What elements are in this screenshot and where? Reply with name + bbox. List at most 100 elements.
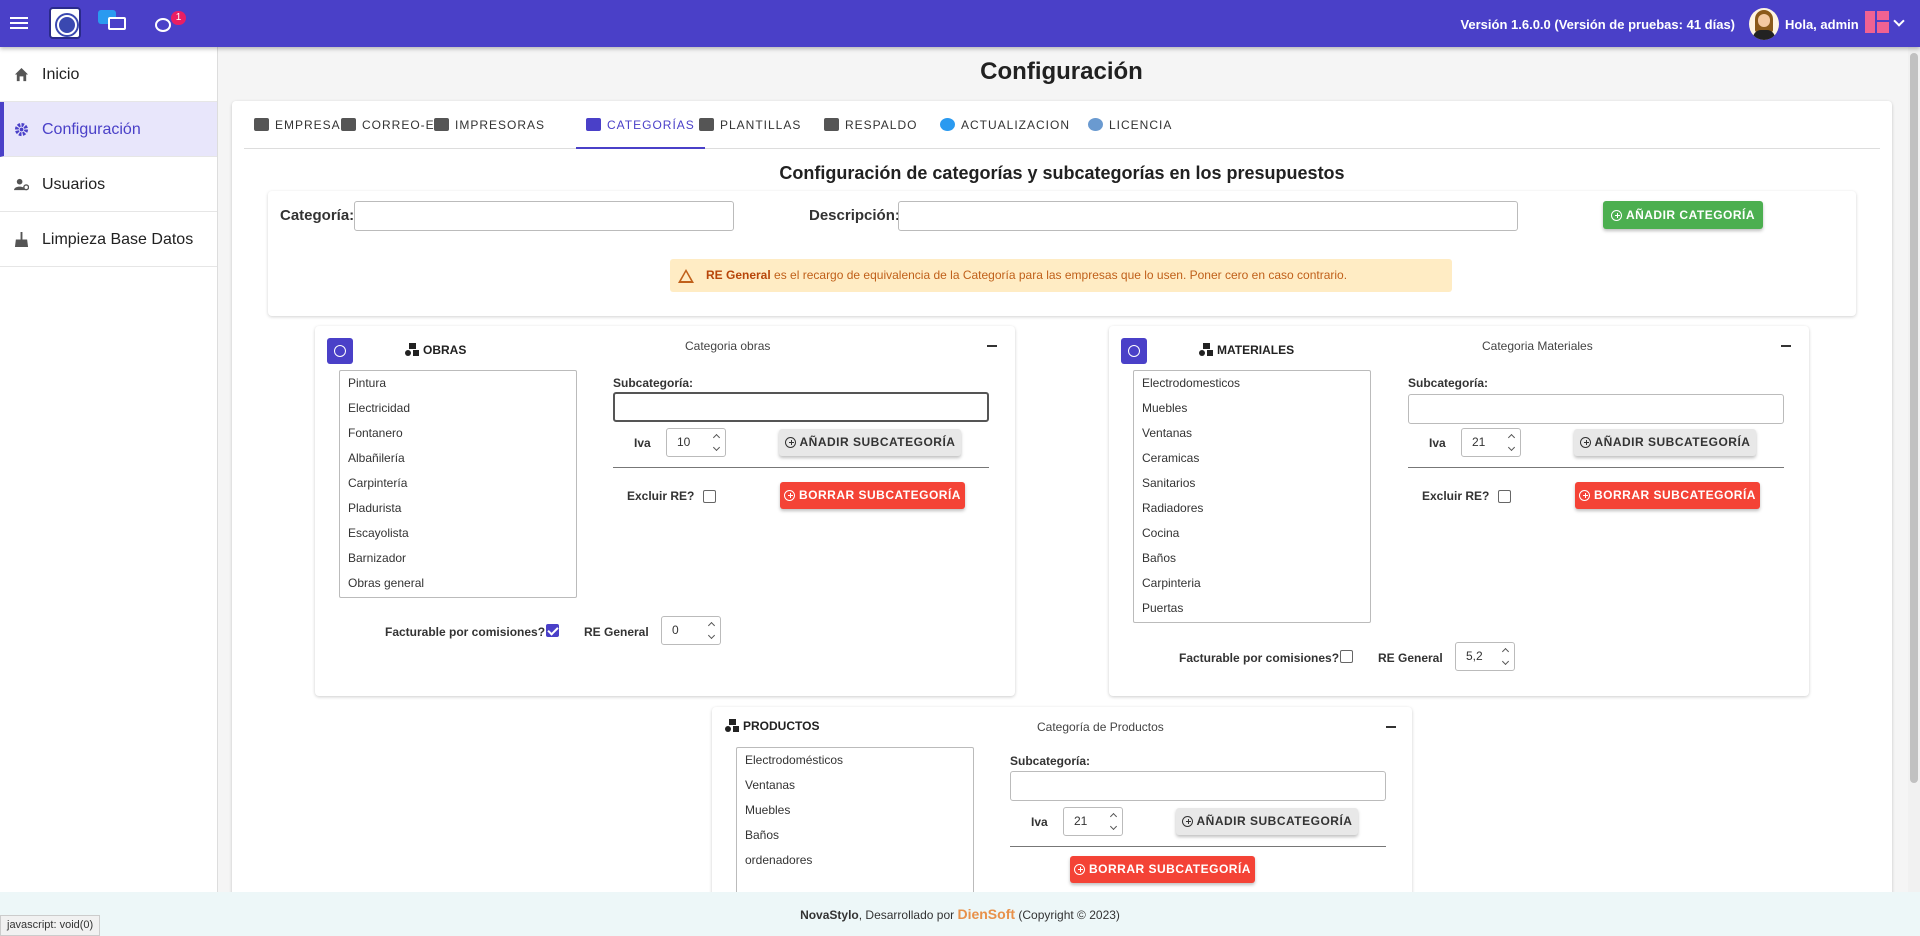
- exclude-re-checkbox[interactable]: [1498, 490, 1511, 503]
- tab-plantillas[interactable]: PLANTILLAS: [699, 101, 801, 149]
- iva-stepper[interactable]: 10: [666, 428, 726, 457]
- list-item[interactable]: Barnizador: [340, 546, 576, 571]
- list-item[interactable]: Baños: [1134, 546, 1370, 571]
- list-item[interactable]: Obras general: [340, 571, 576, 596]
- list-item[interactable]: Puertas: [1134, 596, 1370, 621]
- plus-circle-icon: [784, 490, 796, 501]
- tab-actualizacion[interactable]: ACTUALIZACION: [940, 101, 1070, 149]
- tab-correo[interactable]: CORREO-E: [341, 101, 435, 149]
- subcategory-input[interactable]: [613, 392, 989, 422]
- divider: [1010, 846, 1386, 847]
- footer-brand[interactable]: DienSoft: [957, 906, 1015, 922]
- category-box-materiales: MATERIALES Categoria Materiales Electrod…: [1109, 326, 1809, 696]
- tab-label: CORREO-E: [362, 118, 435, 132]
- sidebar-item-inicio[interactable]: Inicio: [0, 47, 217, 102]
- list-item[interactable]: Albañilería: [340, 446, 576, 471]
- version-text: Versión 1.6.0.0 (Versión de pruebas: 41 …: [1460, 17, 1735, 32]
- category-input[interactable]: [354, 201, 734, 231]
- dashboard-icon[interactable]: [1865, 11, 1889, 33]
- user-greeting[interactable]: Hola, admin: [1785, 17, 1859, 32]
- footer-text: , Desarrollado por: [858, 908, 958, 922]
- envelope-icon: [341, 118, 356, 131]
- delete-subcategory-button[interactable]: BORRAR SUBCATEGORÍA: [780, 482, 965, 509]
- tab-label: LICENCIA: [1109, 118, 1173, 132]
- plus-circle-icon: [784, 437, 796, 448]
- tab-respaldo[interactable]: RESPALDO: [824, 101, 917, 149]
- tab-categorias[interactable]: CATEGORÍAS: [576, 101, 705, 149]
- exclude-re-checkbox[interactable]: [703, 490, 716, 503]
- list-item[interactable]: Carpinteria: [1134, 571, 1370, 596]
- subcategory-list[interactable]: Electrodomesticos Muebles Ventanas Ceram…: [1133, 370, 1371, 623]
- close-icon[interactable]: [327, 338, 353, 364]
- tab-licencia[interactable]: LICENCIA: [1088, 101, 1172, 149]
- category-name: MATERIALES: [1199, 343, 1294, 357]
- tab-label: PLANTILLAS: [720, 118, 802, 132]
- billable-checkbox[interactable]: [546, 624, 559, 637]
- billable-checkbox[interactable]: [1340, 650, 1353, 663]
- iva-stepper[interactable]: 21: [1461, 428, 1521, 457]
- sidebar-item-usuarios[interactable]: Usuarios: [0, 157, 217, 212]
- chat-icon[interactable]: [155, 18, 171, 32]
- list-item[interactable]: Pintura: [340, 371, 576, 396]
- list-item[interactable]: Cocina: [1134, 521, 1370, 546]
- tab-label: ACTUALIZACION: [961, 118, 1071, 132]
- list-item[interactable]: Pladurista: [340, 496, 576, 521]
- sidebar-item-limpieza[interactable]: Limpieza Base Datos: [0, 212, 217, 267]
- delete-subcategory-button[interactable]: BORRAR SUBCATEGORÍA: [1575, 482, 1760, 509]
- sidebar-item-configuracion[interactable]: Configuración: [0, 102, 217, 157]
- add-subcategory-button[interactable]: AÑADIR SUBCATEGORÍA: [1574, 429, 1756, 456]
- button-label: AÑADIR CATEGORÍA: [1625, 208, 1756, 222]
- tab-impresoras[interactable]: IMPRESORAS: [434, 101, 545, 149]
- collapse-icon[interactable]: [1386, 726, 1396, 728]
- description-input[interactable]: [898, 201, 1518, 231]
- list-item[interactable]: Sanitarios: [1134, 471, 1370, 496]
- menu-icon[interactable]: [10, 14, 28, 34]
- add-category-button[interactable]: AÑADIR CATEGORÍA: [1603, 201, 1763, 229]
- subcategory-input[interactable]: [1010, 771, 1386, 801]
- list-item[interactable]: Electrodomésticos: [737, 748, 973, 773]
- collapse-icon[interactable]: [987, 345, 997, 347]
- billable-label: Facturable por comisiones?: [1179, 651, 1340, 665]
- delete-subcategory-button[interactable]: BORRAR SUBCATEGORÍA: [1070, 856, 1255, 883]
- button-label: BORRAR SUBCATEGORÍA: [799, 488, 961, 502]
- collapse-icon[interactable]: [1781, 345, 1791, 347]
- mail-icon[interactable]: [98, 10, 128, 32]
- list-item[interactable]: Electricidad: [340, 396, 576, 421]
- list-item[interactable]: Electrodomesticos: [1134, 371, 1370, 396]
- list-item[interactable]: Fontanero: [340, 421, 576, 446]
- list-item[interactable]: ordenadores: [737, 848, 973, 873]
- re-general-stepper[interactable]: 0: [661, 616, 721, 645]
- list-item[interactable]: Ceramicas: [1134, 446, 1370, 471]
- scrollbar[interactable]: [1908, 47, 1920, 892]
- re-general-alert: RE General es el recargo de equivalencia…: [670, 259, 1452, 292]
- iva-label: Iva: [1031, 815, 1048, 829]
- list-item[interactable]: Muebles: [737, 798, 973, 823]
- subcategory-list[interactable]: Pintura Electricidad Fontanero Albañiler…: [339, 370, 577, 598]
- billable-label: Facturable por comisiones?: [385, 625, 546, 639]
- button-label: AÑADIR SUBCATEGORÍA: [799, 435, 956, 449]
- iva-stepper[interactable]: 21: [1063, 807, 1123, 836]
- add-subcategory-button[interactable]: AÑADIR SUBCATEGORÍA: [1176, 808, 1358, 835]
- sidebar-item-label: Inicio: [42, 66, 80, 83]
- list-item[interactable]: Baños: [737, 823, 973, 848]
- list-item[interactable]: Escayolista: [340, 521, 576, 546]
- list-item[interactable]: Ventanas: [1134, 421, 1370, 446]
- close-icon[interactable]: [1121, 338, 1147, 364]
- home-icon: [14, 67, 29, 82]
- category-name: PRODUCTOS: [725, 719, 819, 733]
- add-subcategory-button[interactable]: AÑADIR SUBCATEGORÍA: [779, 429, 961, 456]
- list-item[interactable]: Muebles: [1134, 396, 1370, 421]
- subcategory-list[interactable]: Electrodomésticos Ventanas Muebles Baños…: [736, 747, 974, 901]
- list-item[interactable]: Radiadores: [1134, 496, 1370, 521]
- tab-empresa[interactable]: EMPRESA: [254, 101, 341, 149]
- chevron-down-icon[interactable]: [1893, 15, 1905, 27]
- list-item[interactable]: Carpintería: [340, 471, 576, 496]
- subcategory-input[interactable]: [1408, 394, 1784, 424]
- re-general-stepper[interactable]: 5,2: [1455, 642, 1515, 671]
- app-logo[interactable]: [49, 7, 81, 39]
- re-general-label: RE General: [584, 625, 649, 639]
- avatar[interactable]: [1749, 8, 1779, 40]
- exclude-re-label: Excluir RE?: [627, 489, 695, 503]
- list-item[interactable]: Ventanas: [737, 773, 973, 798]
- shapes-icon: [725, 719, 740, 732]
